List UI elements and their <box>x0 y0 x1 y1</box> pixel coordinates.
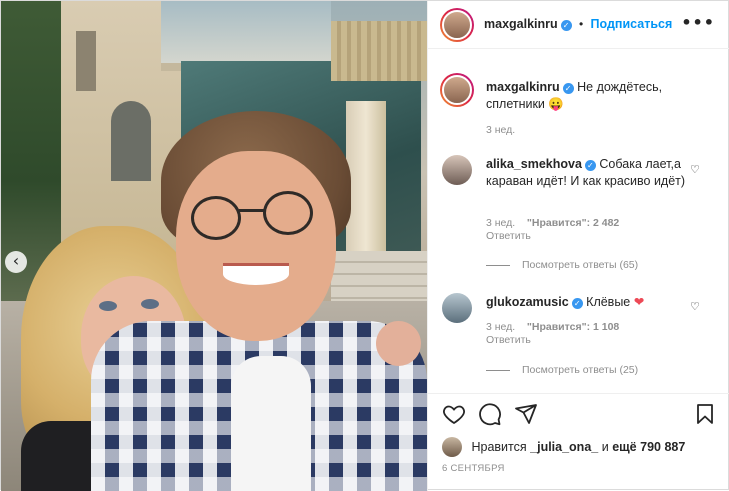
comment-likes[interactable]: "Нравится": 1 108 <box>527 321 619 333</box>
caption-avatar[interactable] <box>440 73 474 107</box>
post-header: maxgalkinru ✓ • Подписаться ••• <box>428 1 729 49</box>
comment-like-icon[interactable]: ♡ <box>690 300 700 313</box>
photo-ornament <box>331 21 427 81</box>
photo-glasses-lens <box>191 196 241 240</box>
caption-username[interactable]: maxgalkinru <box>486 80 560 94</box>
post-photo[interactable]: ‹ <box>1 1 427 491</box>
comment-body: alika_smekhova ✓ Собака лает,а караван ид… <box>486 156 691 190</box>
liked-by-row: Нравится _julia_ona_ и ещё 790 887 <box>442 437 685 457</box>
follow-button[interactable]: Подписаться <box>591 17 673 31</box>
view-replies-button[interactable]: Посмотреть ответы (65) <box>486 259 638 271</box>
comment-username[interactable]: alika_smekhova <box>486 157 582 171</box>
liked-by-avatar[interactable] <box>442 437 462 457</box>
post-sidebar: maxgalkinru ✓ • Подписаться ••• maxgalkin… <box>427 1 729 491</box>
liked-by-others[interactable]: ещё 790 887 <box>612 440 685 454</box>
more-options-icon[interactable]: ••• <box>681 13 715 32</box>
comment-avatar[interactable] <box>442 293 472 323</box>
reply-button[interactable]: Ответить <box>486 334 531 346</box>
photo-man-tshirt <box>231 356 311 491</box>
comment-text: Клёвые <box>586 295 631 309</box>
comment-avatar[interactable] <box>442 155 472 185</box>
comment-meta: 3 нед. "Нравится": 1 108 <box>486 321 619 333</box>
photo-window <box>76 31 96 91</box>
photo-hand <box>376 321 421 366</box>
photo-pillar <box>346 101 386 261</box>
comment-meta: 3 нед. "Нравится": 2 482 <box>486 217 619 229</box>
bookmark-icon[interactable] <box>693 402 717 426</box>
verified-icon: ✓ <box>560 20 572 31</box>
header-author-row: maxgalkinru ✓ • Подписаться <box>484 17 672 31</box>
verified-icon: ✓ <box>562 83 574 94</box>
share-icon[interactable] <box>514 402 538 426</box>
instagram-post: ‹ maxgalkinru ✓ • Подписаться ••• maxgalk… <box>0 0 729 491</box>
prev-photo-button[interactable]: ‹ <box>5 251 27 273</box>
view-replies-button[interactable]: Посмотреть ответы (25) <box>486 364 638 376</box>
liked-by-user[interactable]: _julia_ona_ <box>530 440 598 454</box>
photo-man-smile <box>223 263 289 285</box>
header-separator: • <box>578 17 584 31</box>
comment-likes[interactable]: "Нравится": 2 482 <box>527 217 619 229</box>
caption-time[interactable]: 3 нед. <box>486 124 515 136</box>
comment-body: glukozamusic ✓ Клёвые ❤ <box>486 293 691 311</box>
red-heart-emoji: ❤ <box>633 294 645 309</box>
photo-arched-window <box>111 101 151 181</box>
caption: maxgalkinru ✓ Не дождётесь, сплетники 😛 <box>486 79 701 113</box>
like-heart-icon[interactable] <box>442 402 466 426</box>
comment-icon[interactable] <box>478 402 502 426</box>
header-username[interactable]: maxgalkinru <box>484 17 558 31</box>
photo-glasses-bridge <box>239 209 265 212</box>
liked-by-joiner: и <box>601 440 609 454</box>
comment-username[interactable]: glukozamusic <box>486 295 569 309</box>
photo-man-face <box>176 151 336 341</box>
photo-glasses-lens <box>263 191 313 235</box>
comment-time[interactable]: 3 нед. <box>486 217 515 229</box>
liked-by-prefix: Нравится <box>471 440 527 454</box>
verified-icon: ✓ <box>584 160 596 171</box>
comment-time[interactable]: 3 нед. <box>486 321 515 333</box>
post-date[interactable]: 6 СЕНТЯБРЯ <box>442 463 505 474</box>
reply-button[interactable]: Ответить <box>486 230 531 242</box>
action-bar <box>428 394 729 434</box>
caption-emoji: 😛 <box>548 97 564 111</box>
author-avatar[interactable] <box>440 8 474 42</box>
photo-woman-eye <box>99 301 117 311</box>
photo-woman-eye <box>141 299 159 309</box>
comment-like-icon[interactable]: ♡ <box>690 163 700 176</box>
verified-icon: ✓ <box>571 298 583 309</box>
comments-section: maxgalkinru ✓ Не дождётесь, сплетники 😛 3… <box>428 49 729 394</box>
